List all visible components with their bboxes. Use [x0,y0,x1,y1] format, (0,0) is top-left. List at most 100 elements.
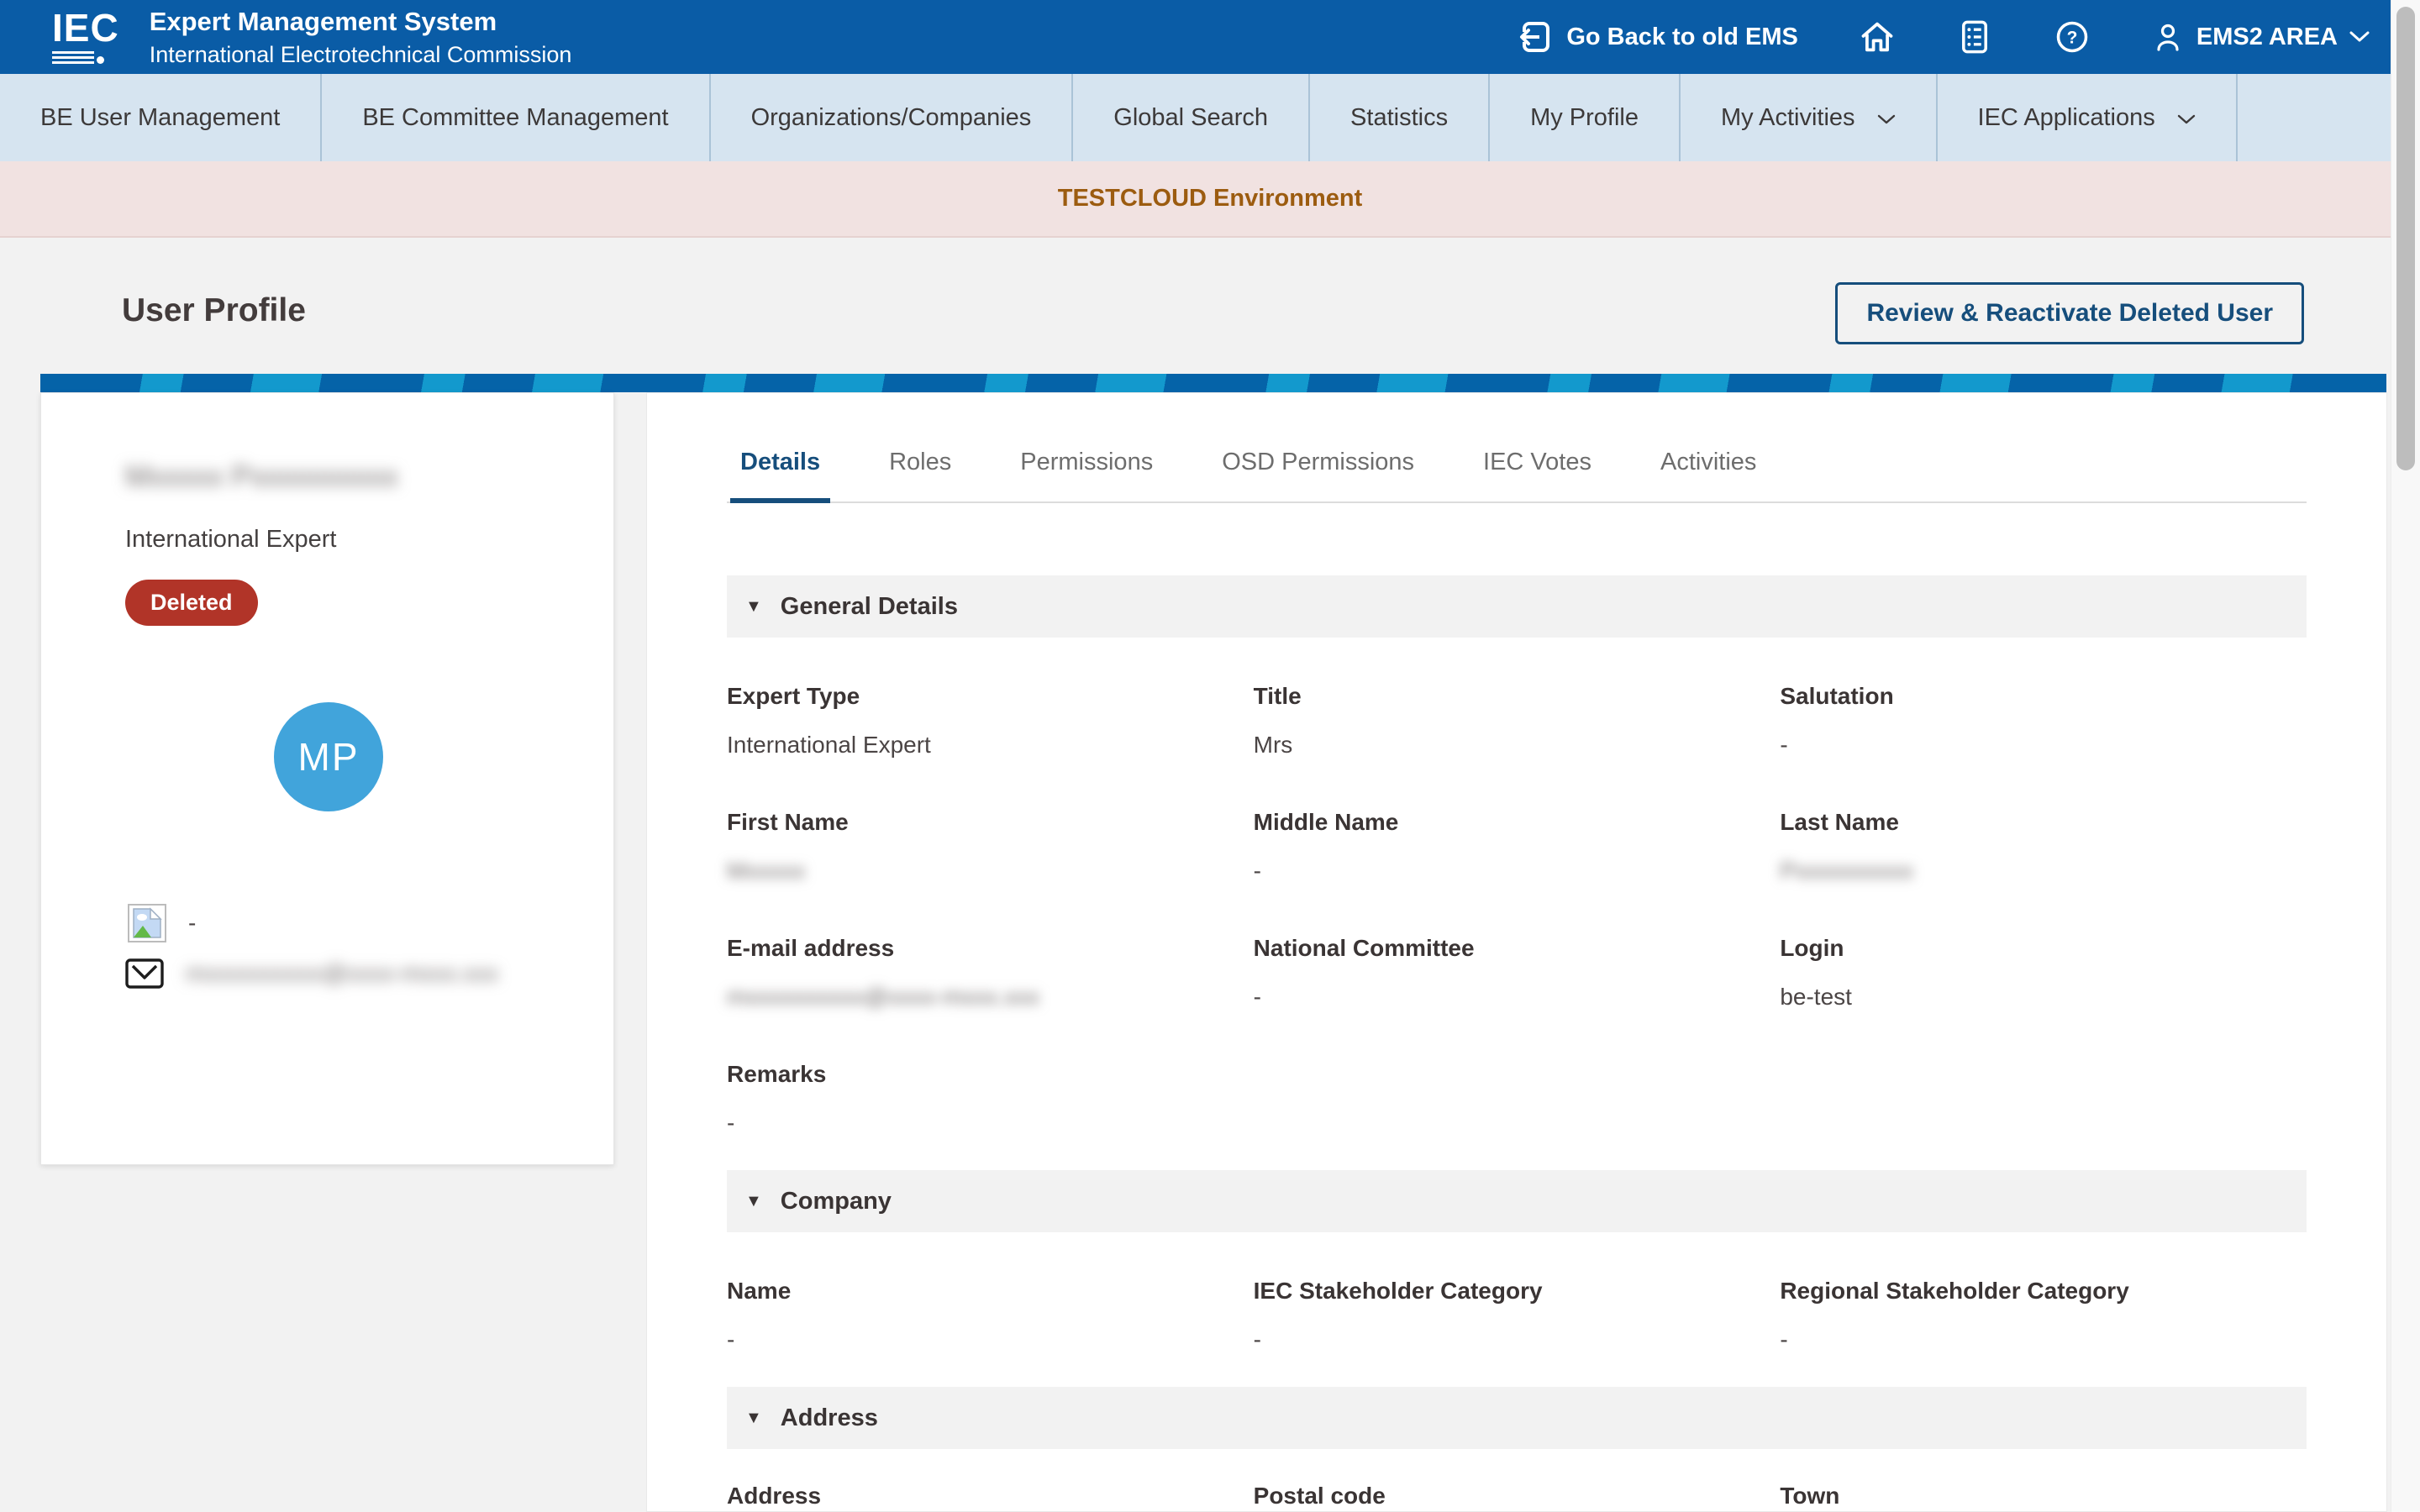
nav-item-iec-applications[interactable]: IEC Applications [1938,74,2238,161]
field-label: Name [727,1278,1254,1305]
section-title: Company [781,1188,892,1215]
chevron-down-icon [1877,114,1896,125]
field-label: Expert Type [727,683,1254,710]
main-nav: BE User Management BE Committee Manageme… [0,74,2420,161]
field-value: - [1254,858,1781,885]
field-label: Postal code [1254,1483,1781,1509]
nav-item-statistics[interactable]: Statistics [1310,74,1490,161]
user-details-card: Details Roles Permissions OSD Permission… [646,392,2387,1512]
field-address: Address [727,1483,1254,1512]
field-value: - [1254,1326,1781,1353]
nav-item-organizations-companies[interactable]: Organizations/Companies [711,74,1074,161]
field-first-name: First Name Mxxxxx [727,809,1254,885]
page-title: User Profile [122,292,306,329]
address-grid: Address Postal code Town [727,1483,2307,1512]
scrollbar-track[interactable] [2391,0,2420,1512]
field-label: Remarks [727,1061,1254,1088]
section-title: General Details [781,593,958,621]
decorative-stripe-band [40,374,2386,392]
environment-banner: TESTCLOUD Environment [0,161,2420,238]
tab-iec-votes[interactable]: IEC Votes [1473,449,1602,501]
profile-name-masked: Mxxxxx Pxxxxxxxxxx [125,460,398,494]
scrollbar-thumb[interactable] [2396,7,2415,470]
field-expert-type: Expert Type International Expert [727,683,1254,759]
tab-osd-permissions[interactable]: OSD Permissions [1212,449,1424,501]
avatar: MP [274,702,383,811]
exit-back-icon [1518,19,1553,55]
field-value: International Expert [727,732,1254,759]
app-subtitle: International Electrotechnical Commissio… [150,42,572,68]
field-label: First Name [727,809,1254,836]
field-label: Address [727,1483,1254,1509]
go-back-to-old-ems-button[interactable]: Go Back to old EMS [1518,19,1798,55]
field-town: Town [1780,1483,2307,1512]
header-actions: Go Back to old EMS ? [1518,18,2370,55]
field-login: Login be-test [1780,935,2307,1011]
nav-item-global-search[interactable]: Global Search [1073,74,1310,161]
section-header-company[interactable]: ▼ Company [727,1170,2307,1232]
nav-label: Organizations/Companies [751,104,1032,132]
review-reactivate-deleted-user-button[interactable]: Review & Reactivate Deleted User [1835,282,2304,344]
tab-activities[interactable]: Activities [1650,449,1766,501]
field-value: Mrs [1254,732,1781,759]
help-icon[interactable]: ? [2054,18,2091,55]
field-email-address: E-mail address mxxxxxxxxxx@xxxx-mxxx.xxx [727,935,1254,1011]
app-header: IEC Expert Management System Internation… [0,0,2420,74]
user-icon [2151,20,2185,54]
home-icon[interactable] [1859,18,1896,55]
field-label: Town [1780,1483,2307,1509]
field-value-masked: Mxxxxx [727,858,1254,885]
nav-label: My Profile [1530,104,1639,132]
iec-logo-bars [52,49,106,64]
profile-summary-card: Mxxxxx Pxxxxxxxxxx International Expert … [40,392,614,1165]
envelope-icon [125,958,164,990]
field-value: - [1780,732,2307,759]
chevron-down-icon [2177,114,2196,125]
field-label: Login [1780,935,2307,962]
nav-label: BE Committee Management [362,104,668,132]
collapse-triangle-icon: ▼ [745,597,762,617]
section-header-general-details[interactable]: ▼ General Details [727,575,2307,638]
field-value-masked: Pxxxxxxxxxx [1780,858,2307,885]
account-menu[interactable]: EMS2 AREA [2151,20,2370,54]
field-last-name: Last Name Pxxxxxxxxxx [1780,809,2307,885]
field-label: IEC Stakeholder Category [1254,1278,1781,1305]
nav-label: Global Search [1113,104,1268,132]
field-postal-code: Postal code [1254,1483,1781,1512]
field-label: Title [1254,683,1781,710]
nav-item-be-user-management[interactable]: BE User Management [0,74,322,161]
section-header-address[interactable]: ▼ Address [727,1387,2307,1449]
tab-details[interactable]: Details [730,449,830,503]
list-board-icon[interactable] [1956,18,1993,55]
field-label: Regional Stakeholder Category [1780,1278,2307,1305]
field-iec-stakeholder-category: IEC Stakeholder Category - [1254,1278,1781,1353]
tab-roles[interactable]: Roles [879,449,961,501]
collapse-triangle-icon: ▼ [745,1409,762,1428]
svg-text:?: ? [2066,29,2077,48]
environment-banner-text: TESTCLOUD Environment [1058,185,1363,213]
collapse-triangle-icon: ▼ [745,1192,762,1211]
app-titles: Expert Management System International E… [150,7,572,68]
status-badge: Deleted [125,580,258,626]
field-label: Last Name [1780,809,2307,836]
nav-item-be-committee-management[interactable]: BE Committee Management [322,74,710,161]
detail-tabs: Details Roles Permissions OSD Permission… [727,449,2307,503]
tab-permissions[interactable]: Permissions [1010,449,1163,501]
account-label: EMS2 AREA [2196,24,2338,51]
profile-expert-type: International Expert [125,526,336,554]
nav-label: BE User Management [40,104,280,132]
chevron-down-icon [2349,31,2370,43]
field-label: Middle Name [1254,809,1781,836]
nav-label: IEC Applications [1978,104,2155,132]
nav-label: My Activities [1721,104,1855,132]
field-value: - [1780,1326,2307,1353]
field-value-masked: mxxxxxxxxxx@xxxx-mxxx.xxx [727,984,1254,1011]
field-value: be-test [1780,984,2307,1011]
field-national-committee: National Committee - [1254,935,1781,1011]
avatar-initials: MP [298,734,360,780]
field-middle-name: Middle Name - [1254,809,1781,885]
nav-item-my-profile[interactable]: My Profile [1490,74,1681,161]
section-title: Address [781,1404,878,1432]
nav-item-my-activities[interactable]: My Activities [1681,74,1938,161]
iec-logo[interactable]: IEC [52,11,119,64]
